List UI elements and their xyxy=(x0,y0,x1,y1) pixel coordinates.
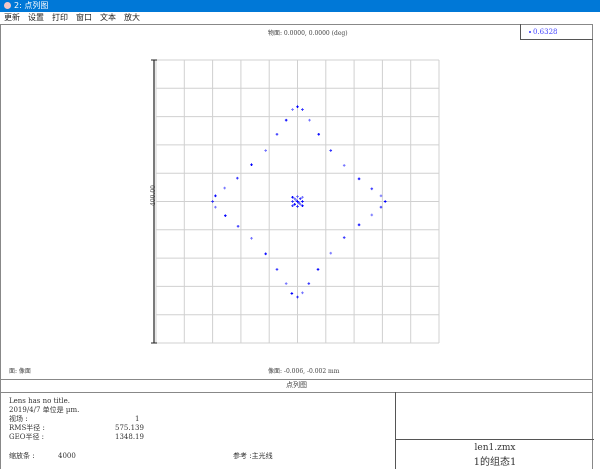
spot-point xyxy=(342,164,346,167)
spot-point xyxy=(329,251,333,255)
spot-point xyxy=(317,132,321,136)
menu-zoom[interactable]: 放大 xyxy=(124,12,140,24)
geo-value: 1348.19 xyxy=(115,433,144,441)
spot-point xyxy=(236,176,239,180)
spot-point xyxy=(294,198,298,202)
spot-point xyxy=(301,108,304,111)
menu-print[interactable]: 打印 xyxy=(52,12,68,24)
file-name: len1.zmx xyxy=(474,443,516,453)
scale-bar-row-label: 缩放条 : xyxy=(9,452,35,460)
spot-point xyxy=(296,195,299,198)
spot-point xyxy=(301,200,304,203)
scale-bar-value: 4000 xyxy=(58,452,76,460)
spot-point xyxy=(250,163,253,167)
spot-point xyxy=(211,200,214,203)
spot-point xyxy=(250,236,253,240)
field-row-value: 1 xyxy=(135,415,140,423)
menu-bar: 更新 设置 打印 窗口 文本 放大 xyxy=(0,12,600,24)
spot-point xyxy=(379,194,383,198)
spot-point xyxy=(357,177,361,181)
spot-point xyxy=(296,205,299,208)
spot-point xyxy=(223,186,226,190)
spot-point xyxy=(264,149,267,152)
title-bar: 2: 点列图 xyxy=(0,0,600,12)
spot-point xyxy=(383,200,387,203)
spot-point xyxy=(296,295,299,299)
spot-point xyxy=(293,197,296,200)
spot-point xyxy=(299,197,302,200)
spot-point xyxy=(291,204,294,208)
geo-label: GEO半径 : xyxy=(9,433,45,441)
app-icon xyxy=(4,2,11,9)
window-title: 2: 点列图 xyxy=(14,1,49,10)
spot-point xyxy=(296,105,299,108)
spot-point xyxy=(308,118,311,122)
spot-point xyxy=(316,268,320,271)
plot-caption: 点列图 xyxy=(286,381,307,389)
spot-point xyxy=(379,205,383,209)
spot-point xyxy=(301,291,304,295)
spot-point xyxy=(301,195,304,199)
spot-point xyxy=(224,214,227,217)
divider xyxy=(396,439,594,440)
menu-window[interactable]: 窗口 xyxy=(76,12,92,24)
configuration: 1的组态1 xyxy=(473,457,517,468)
spot-diagram xyxy=(151,59,440,344)
field-label: 物面: 0.0000, 0.0000 (deg) xyxy=(268,30,348,37)
spot-point xyxy=(214,194,217,198)
spot-point xyxy=(329,149,333,152)
reference-label: 参考 :主光线 xyxy=(233,452,273,460)
spot-point xyxy=(370,187,374,191)
spot-point xyxy=(291,200,294,203)
title-block: len1.zmx 1的组态1 xyxy=(395,392,594,469)
field-row-label: 视场 : xyxy=(9,415,28,423)
scale-bar-label: 400.00 xyxy=(150,185,157,206)
rms-label: RMS半径 : xyxy=(9,424,45,432)
spot-point xyxy=(297,201,301,205)
spot-point xyxy=(290,292,294,295)
spot-point xyxy=(275,132,279,136)
spot-point xyxy=(291,108,294,111)
surface-label: 面: 像面 xyxy=(9,368,31,375)
spot-point xyxy=(214,205,217,209)
spot-point xyxy=(293,203,296,206)
spot-point xyxy=(357,223,361,227)
legend-wavelength: 0.6328 xyxy=(533,28,558,36)
spot-point xyxy=(236,224,240,228)
date-units: 2019/4/7 单位是 µm. xyxy=(9,406,80,414)
image-coord-label: 像面: -0.006, -0.002 mm xyxy=(268,368,340,375)
legend: 0.6328 xyxy=(520,24,593,40)
spot-point xyxy=(296,200,299,203)
spot-point xyxy=(307,282,311,285)
spot-point xyxy=(291,195,294,199)
menu-text[interactable]: 文本 xyxy=(100,12,116,24)
spot-point xyxy=(264,252,267,256)
spot-point xyxy=(284,282,288,285)
spot-point xyxy=(299,203,302,206)
spot-point xyxy=(370,213,374,217)
spot-point xyxy=(284,118,288,122)
spot-point xyxy=(342,236,346,239)
rms-value: 575.139 xyxy=(115,424,144,432)
spot-point xyxy=(301,204,304,208)
menu-update[interactable]: 更新 xyxy=(4,12,20,24)
spot-point xyxy=(275,268,279,271)
lens-title: Lens has no title. xyxy=(9,397,71,405)
menu-settings[interactable]: 设置 xyxy=(28,12,44,24)
legend-marker xyxy=(529,31,531,33)
